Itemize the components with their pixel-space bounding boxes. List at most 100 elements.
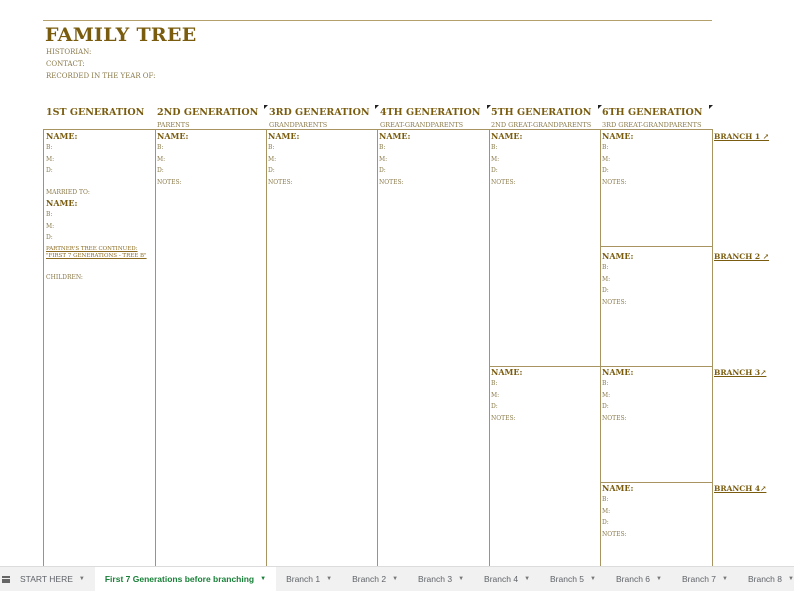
gen-header-4: 4TH GENERATION (380, 107, 481, 118)
chevron-down-icon[interactable]: ▼ (656, 576, 662, 582)
sheet-tab-bar: START HERE ▼ First 7 Generations before b… (0, 566, 794, 591)
marriage-label: M: (602, 275, 611, 283)
birth-label: B: (157, 144, 164, 151)
sheet-tab-branch-1[interactable]: Branch 1 ▼ (276, 567, 342, 591)
gen-sub-3: GRANDPARENTS (269, 121, 328, 129)
notes-label: NOTES: (602, 530, 627, 538)
person-cell-gen5-b[interactable]: NAME: B: M: D: NOTES: (491, 367, 522, 424)
death-label: D: (157, 167, 164, 174)
marriage-label: M: (46, 155, 55, 163)
notes-label: NOTES: (602, 414, 627, 422)
marriage-label: M: (602, 391, 611, 399)
death-label: D: (602, 167, 609, 174)
tab-label: First 7 Generations before branching (104, 574, 255, 584)
death-label: D: (491, 403, 498, 410)
gen-header-5: 5TH GENERATION (491, 107, 592, 118)
col-border (600, 129, 601, 566)
sheet-tab-branch-4[interactable]: Branch 4 ▼ (474, 567, 540, 591)
person-cell-gen2[interactable]: NAME: B: M: D: NOTES: (157, 131, 188, 188)
comment-marker-icon[interactable] (709, 105, 713, 109)
branch-1-link[interactable]: BRANCH 1 ↗ (714, 132, 769, 141)
name-label: NAME: (268, 131, 300, 141)
notes-label: NOTES: (491, 414, 516, 422)
historian-label: HISTORIAN: (46, 48, 92, 56)
comment-marker-icon[interactable] (375, 105, 379, 109)
chevron-down-icon[interactable]: ▼ (458, 576, 464, 582)
death-label: D: (602, 287, 609, 294)
sheet-tab-branch-7[interactable]: Branch 7 ▼ (672, 567, 738, 591)
gen-header-1: 1ST GENERATION (46, 107, 145, 118)
chevron-down-icon[interactable]: ▼ (722, 576, 728, 582)
branch-4-link[interactable]: BRANCH 4↗ (714, 484, 766, 493)
tab-label: Branch 8 (747, 574, 782, 584)
col-border (266, 129, 267, 566)
tab-label: Branch 1 (286, 574, 321, 584)
tab-label: Branch 7 (681, 574, 717, 584)
married-to-label: MARRIED TO: (46, 188, 90, 196)
name-label: NAME: (602, 483, 634, 493)
notes-label: NOTES: (379, 178, 404, 186)
comment-marker-icon[interactable] (264, 105, 268, 109)
name-label: NAME: (491, 131, 523, 141)
person-cell-gen6-b[interactable]: NAME: B: M: D: NOTES: (602, 251, 633, 308)
tab-label: START HERE (20, 574, 73, 584)
branch-3-link[interactable]: BRANCH 3↗ (714, 368, 766, 377)
chevron-down-icon[interactable]: ▼ (392, 576, 398, 582)
person-cell-gen6-a[interactable]: NAME: B: M: D: NOTES: (602, 131, 633, 188)
page-title: FAMILY TREE (45, 24, 197, 46)
death-label: D: (46, 234, 53, 241)
all-sheets-menu-icon[interactable] (2, 567, 10, 591)
col-border (155, 129, 156, 566)
col-border (43, 129, 44, 566)
person-cell-gen6-d[interactable]: NAME: B: M: D: NOTES: (602, 483, 633, 540)
sheet-tab-start-here[interactable]: START HERE ▼ (10, 567, 95, 591)
notes-label: NOTES: (157, 178, 182, 186)
birth-label: B: (491, 380, 498, 387)
notes-label: NOTES: (602, 298, 627, 306)
marriage-label: M: (46, 222, 55, 230)
person-cell-gen3[interactable]: NAME: B: M: D: NOTES: (268, 131, 299, 188)
birth-label: B: (46, 144, 53, 151)
birth-label: B: (268, 144, 275, 151)
sheet-tab-branch-6[interactable]: Branch 6 ▼ (606, 567, 672, 591)
chevron-down-icon[interactable]: ▼ (260, 576, 266, 582)
sheet-tab-branch-2[interactable]: Branch 2 ▼ (342, 567, 408, 591)
partner-tree-link[interactable]: PARTNER'S TREE CONTINUED: "FIRST 7 GENER… (46, 246, 154, 260)
name-label: NAME: (491, 367, 523, 377)
col-border (377, 129, 378, 566)
gen-sub-5: 2ND GREAT-GRANDPARENTS (491, 121, 592, 129)
death-label: D: (46, 167, 53, 174)
tab-label: Branch 6 (616, 574, 651, 584)
row-border (600, 246, 712, 247)
sheet-tab-first-7-generations[interactable]: First 7 Generations before branching ▼ (94, 567, 277, 591)
person-cell-gen1[interactable]: NAME: B: M: D: MARRIED TO: NAME: B: M: D… (46, 131, 154, 283)
death-label: D: (491, 167, 498, 174)
branch-2-link[interactable]: BRANCH 2 ↗ (714, 252, 769, 261)
person-cell-gen5-a[interactable]: NAME: B: M: D: NOTES: (491, 131, 522, 188)
notes-label: NOTES: (602, 178, 627, 186)
sheet-tab-branch-8[interactable]: Branch 8 ▼ (738, 567, 794, 591)
chevron-down-icon[interactable]: ▼ (788, 576, 794, 582)
chevron-down-icon[interactable]: ▼ (326, 576, 332, 582)
person-cell-gen4[interactable]: NAME: B: M: D: NOTES: (379, 131, 410, 188)
name-label: NAME: (602, 251, 634, 261)
birth-label: B: (602, 264, 609, 271)
contact-label: CONTACT: (46, 60, 85, 68)
top-rule (43, 20, 712, 21)
tab-label: Branch 2 (352, 574, 387, 584)
sheet-tab-branch-5[interactable]: Branch 5 ▼ (540, 567, 606, 591)
tab-label: Branch 5 (550, 574, 585, 584)
chevron-down-icon[interactable]: ▼ (79, 576, 85, 582)
col-border (489, 129, 490, 566)
row-border (489, 366, 712, 367)
birth-label: B: (46, 211, 53, 218)
person-cell-gen6-c[interactable]: NAME: B: M: D: NOTES: (602, 367, 633, 424)
marriage-label: M: (157, 155, 166, 163)
death-label: D: (602, 519, 609, 526)
death-label: D: (379, 167, 386, 174)
chevron-down-icon[interactable]: ▼ (590, 576, 596, 582)
marriage-label: M: (268, 155, 277, 163)
sheet-tab-branch-3[interactable]: Branch 3 ▼ (408, 567, 474, 591)
chevron-down-icon[interactable]: ▼ (524, 576, 530, 582)
gen-sub-6: 3RD GREAT-GRANDPARENTS (602, 121, 702, 129)
